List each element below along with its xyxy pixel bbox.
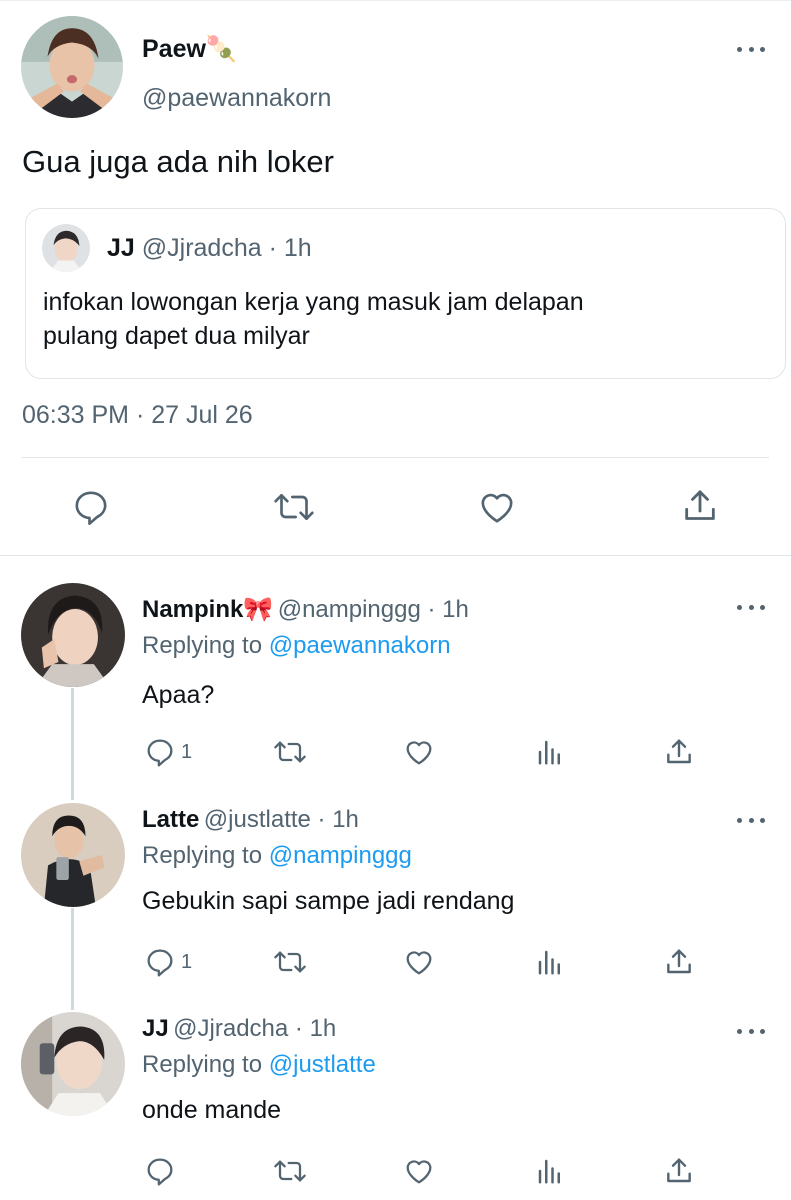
quoted-tweet-card[interactable]: JJ @Jjradcha · 1h infokan lowongan kerja… — [25, 208, 786, 379]
avatar-jj[interactable] — [21, 1012, 125, 1116]
timestamp-divider — [22, 457, 769, 458]
reply-3-author-name[interactable]: JJ — [142, 1015, 169, 1042]
main-tweet-text: Gua juga ada nih loker — [22, 144, 334, 179]
analytics-icon[interactable] — [535, 1156, 565, 1186]
reply-icon[interactable] — [144, 736, 176, 768]
reply-3-replying-to: Replying to @justlatte — [142, 1051, 376, 1079]
avatar-image — [21, 583, 125, 687]
analytics-icon[interactable] — [535, 947, 565, 977]
replying-mention[interactable]: @paewannakorn — [269, 632, 451, 659]
like-icon[interactable] — [476, 487, 518, 527]
share-icon[interactable] — [680, 485, 720, 527]
reply-2-header: Latte @justlatte · 1h — [142, 806, 359, 834]
like-icon[interactable] — [402, 736, 436, 768]
thread-line-2 — [71, 908, 74, 1010]
like-icon[interactable] — [402, 946, 436, 978]
share-icon[interactable] — [663, 946, 695, 978]
thread-line-1 — [71, 688, 74, 800]
reply-2-text: Gebukin sapi sampe jadi rendang — [142, 887, 515, 915]
analytics-icon[interactable] — [535, 737, 565, 767]
reply-icon[interactable] — [71, 487, 111, 527]
reply-icon[interactable] — [144, 946, 176, 978]
more-icon[interactable] — [737, 813, 765, 827]
quote-author-name[interactable]: JJ — [107, 234, 135, 262]
avatar-jj-quote[interactable] — [42, 224, 90, 272]
quote-author-handle[interactable]: @Jjradcha — [142, 234, 262, 262]
reply-1-author-handle[interactable]: @nampinggg · 1h — [278, 596, 469, 623]
reply-1-text: Apaa? — [142, 681, 215, 709]
reply-1-author-name[interactable]: Nampink🎀 — [142, 596, 273, 623]
retweet-icon[interactable] — [272, 487, 316, 527]
retweet-icon[interactable] — [272, 946, 308, 978]
share-icon[interactable] — [663, 1155, 695, 1187]
reply-3-author-handle[interactable]: @Jjradcha · 1h — [173, 1015, 336, 1042]
replying-mention[interactable]: @justlatte — [269, 1051, 376, 1078]
reply-1-replying-to: Replying to @paewannakorn — [142, 632, 451, 660]
reply-2-author-handle[interactable]: @justlatte · 1h — [204, 806, 359, 833]
avatar-image — [21, 16, 123, 118]
more-icon[interactable] — [737, 600, 765, 614]
avatar-paew[interactable] — [21, 16, 123, 118]
reply-3-header: JJ @Jjradcha · 1h — [142, 1015, 336, 1043]
replying-prefix: Replying to — [142, 842, 263, 869]
retweet-icon[interactable] — [272, 736, 308, 768]
replies-divider — [0, 555, 791, 556]
reply-icon[interactable] — [144, 1155, 176, 1187]
reply-3-text: onde mande — [142, 1096, 282, 1124]
avatar-image — [42, 224, 90, 272]
quote-text-line-1: infokan lowongan kerja yang masuk jam de… — [43, 288, 584, 316]
replying-mention[interactable]: @nampinggg — [269, 842, 412, 869]
more-icon[interactable] — [737, 42, 765, 56]
reply-2-reply-count: 1 — [181, 951, 193, 973]
retweet-icon[interactable] — [272, 1155, 308, 1187]
reply-1-header: Nampink🎀 @nampinggg · 1h — [142, 595, 469, 624]
top-divider — [0, 0, 791, 1]
quote-header: JJ @Jjradcha · 1h — [107, 234, 312, 263]
quote-text-line-2: pulang dapet dua milyar — [43, 322, 310, 350]
reply-1-reply-count: 1 — [181, 741, 193, 763]
quote-time: · 1h — [268, 234, 312, 262]
main-timestamp[interactable]: 06:33 PM · 27 Jul 26 — [22, 401, 253, 430]
main-author-name[interactable]: Paew🍡 — [142, 35, 237, 64]
reply-2-author-name[interactable]: Latte — [142, 806, 199, 833]
avatar-nampink[interactable] — [21, 583, 125, 687]
share-icon[interactable] — [663, 736, 695, 768]
main-author-handle[interactable]: @paewannakorn — [142, 84, 331, 113]
more-icon[interactable] — [737, 1024, 765, 1038]
replying-prefix: Replying to — [142, 632, 263, 659]
reply-2-replying-to: Replying to @nampinggg — [142, 842, 412, 870]
like-icon[interactable] — [402, 1155, 436, 1187]
avatar-image — [21, 1012, 125, 1116]
avatar-image — [21, 803, 125, 907]
replying-prefix: Replying to — [142, 1051, 263, 1078]
avatar-latte[interactable] — [21, 803, 125, 907]
